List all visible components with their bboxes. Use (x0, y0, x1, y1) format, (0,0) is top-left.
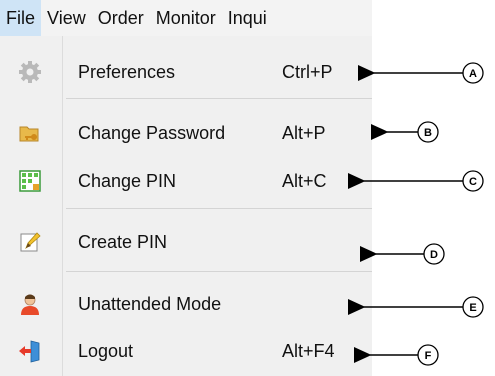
callout-e: E (348, 296, 484, 318)
callout-d: D (360, 243, 445, 265)
callout-label: C (469, 176, 477, 188)
callout-label: E (469, 302, 476, 314)
callout-label: F (425, 350, 432, 362)
callout-b: B (371, 121, 439, 143)
callout-layer: A B C D E F (348, 62, 484, 366)
callout-label: B (424, 127, 432, 139)
callout-c: C (348, 170, 484, 192)
callout-label: A (469, 68, 477, 80)
callout-label: D (430, 249, 438, 261)
callout-f: F (354, 344, 439, 366)
callout-a: A (358, 62, 484, 84)
